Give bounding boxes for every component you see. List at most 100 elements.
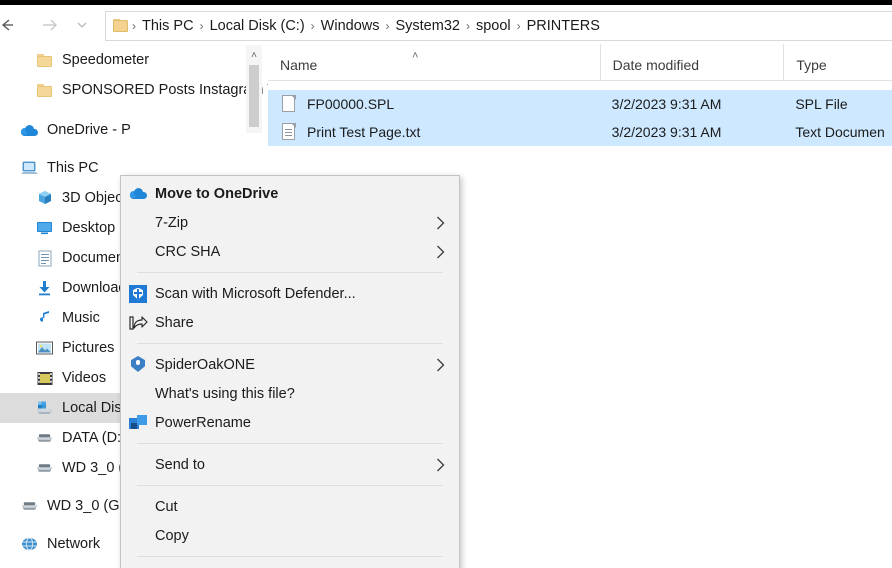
scrollbar-thumb[interactable] [249,65,259,127]
sidebar-item-label: OneDrive - P [47,122,131,138]
drive-icon [36,460,53,477]
menu-separator [137,485,443,486]
sidebar-item-label: Music [62,310,100,326]
table-row[interactable]: Print Test Page.txt 3/2/2023 9:31 AM Tex… [268,118,892,146]
drive-icon [36,430,53,447]
breadcrumb-item-windows[interactable]: Windows [316,16,385,36]
sidebar-item-sponsored-posts[interactable]: SPONSORED Posts Instagram Ta [0,75,268,105]
context-menu: Move to OneDrive 7-Zip CRC SHA [120,175,460,568]
submenu-chevron-right-icon [436,208,445,237]
forward-arrow-icon[interactable] [34,10,64,40]
recent-locations-chevron-down-icon[interactable] [70,10,94,40]
menu-item-copy[interactable]: Copy [121,521,459,550]
menu-item-label: 7-Zip [155,215,188,231]
address-bar[interactable]: › This PC › Local Disk (C:) › Windows › … [105,11,892,41]
videos-icon [36,370,53,387]
menu-item-7-zip[interactable]: 7-Zip [121,208,459,237]
navigation-bar: › This PC › Local Disk (C:) › Windows › … [0,5,892,45]
menu-item-label: PowerRename [155,415,251,431]
scroll-up-chevron-icon[interactable]: ˄ [246,47,262,63]
sort-ascending-caret-icon: ˄ [412,50,418,62]
breadcrumb-item-this-pc[interactable]: This PC [137,16,199,36]
documents-icon [36,250,53,267]
column-header-row: Name ˄ Date modified Type [268,45,892,81]
powerrename-icon [121,415,155,431]
submenu-chevron-right-icon [436,350,445,379]
3d-objects-icon [36,190,53,207]
menu-item-crc-sha[interactable]: CRC SHA [121,237,459,266]
sidebar-item-label: DATA (D:) [62,430,126,446]
column-header-label: Date modified [613,57,699,73]
breadcrumb-item-spool[interactable]: spool [471,16,516,36]
local-disk-icon [36,400,53,417]
menu-item-spideroakone[interactable]: SpiderOakONE [121,350,459,379]
menu-item-send-to[interactable]: Send to [121,450,459,479]
sidebar-item-label: This PC [47,160,99,176]
file-name-label: Print Test Page.txt [307,124,420,140]
table-row[interactable]: FP00000.SPL 3/2/2023 9:31 AM SPL File [268,90,892,118]
generic-file-icon [281,95,297,113]
menu-item-move-to-onedrive[interactable]: Move to OneDrive [121,179,459,208]
sidebar-item-label: Local Disk [62,400,129,416]
sidebar-item-label: Speedometer [62,52,149,68]
breadcrumb-item-printers[interactable]: PRINTERS [522,16,605,36]
file-type-cell: Text Documen [783,124,892,140]
sidebar-item-onedrive[interactable]: OneDrive - P [0,115,268,145]
folder-icon [36,82,53,99]
sidebar-item-speedometer[interactable]: Speedometer [0,45,268,75]
breadcrumb-item-local-disk[interactable]: Local Disk (C:) [205,16,310,36]
menu-separator [137,556,443,557]
explorer-body: Speedometer SPONSORED Posts Instagram Ta… [0,45,892,568]
music-note-icon [36,310,53,327]
onedrive-cloud-icon [121,188,155,199]
menu-item-share[interactable]: Share [121,308,459,337]
pictures-icon [36,340,53,357]
text-file-icon [281,123,297,141]
menu-item-scan-with-defender[interactable]: Scan with Microsoft Defender... [121,279,459,308]
desktop-icon [36,220,53,237]
sidebar-item-label: Videos [62,370,106,386]
breadcrumb-folder-icon [113,19,128,33]
breadcrumb-item-system32[interactable]: System32 [390,16,464,36]
column-header-label: Type [796,57,826,73]
folder-icon [36,52,53,69]
back-arrow-icon[interactable] [0,10,22,40]
submenu-chevron-right-icon [436,237,445,266]
menu-item-cut[interactable]: Cut [121,492,459,521]
file-name-cell: Print Test Page.txt [268,123,600,141]
menu-item-create-shortcut[interactable]: Create shortcut [121,563,459,568]
sidebar-item-label: Network [47,536,100,552]
sidebar-item-label: Pictures [62,340,114,356]
submenu-chevron-right-icon [436,450,445,479]
sidebar-item-label: WD 3_0 (G:) [47,498,128,514]
menu-item-label: Send to [155,457,205,473]
file-name-label: FP00000.SPL [307,96,394,112]
menu-item-whats-using-this-file[interactable]: What's using this file? [121,379,459,408]
menu-item-label: SpiderOakONE [155,357,255,373]
menu-item-powerrename[interactable]: PowerRename [121,408,459,437]
column-header-label: Name [280,57,317,73]
share-icon [121,315,155,331]
onedrive-cloud-icon [21,122,38,139]
menu-item-label: Share [155,315,194,331]
column-header-name[interactable]: Name ˄ [268,44,600,80]
menu-separator [137,443,443,444]
menu-separator [137,272,443,273]
file-name-cell: FP00000.SPL [268,95,600,113]
sidebar-scrollbar[interactable]: ˄ [246,45,262,133]
menu-item-label: Copy [155,528,189,544]
menu-separator [137,343,443,344]
drive-icon [21,498,38,515]
menu-item-label: CRC SHA [155,244,220,260]
menu-item-label: Cut [155,499,178,515]
spideroak-icon [121,356,155,373]
this-pc-icon [21,160,38,177]
menu-item-label: Scan with Microsoft Defender... [155,286,356,302]
column-header-type[interactable]: Type [783,44,892,80]
defender-shield-icon [121,285,155,303]
file-type-cell: SPL File [783,96,892,112]
file-date-cell: 3/2/2023 9:31 AM [600,124,784,140]
column-header-date-modified[interactable]: Date modified [600,44,784,80]
menu-item-label: Move to OneDrive [155,186,278,202]
sidebar-item-label: SPONSORED Posts Instagram Ta [62,82,268,98]
